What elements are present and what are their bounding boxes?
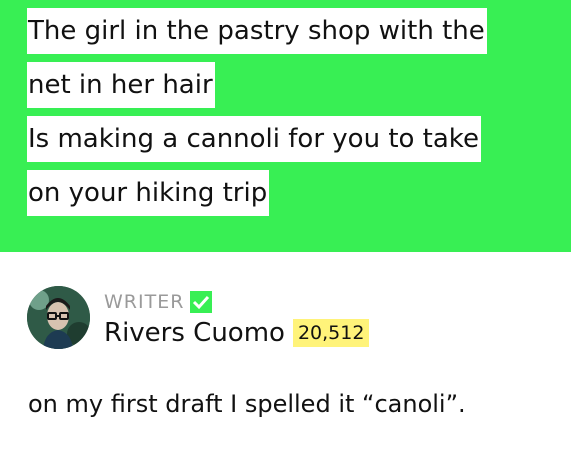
lyric-line: The girl in the pastry shop with the: [27, 8, 487, 54]
lyric-line: net in her hair: [27, 62, 215, 108]
avatar-image: [27, 286, 90, 349]
annotation-panel: [0, 252, 571, 470]
role-row: WRITER: [104, 290, 213, 314]
iq-badge: 20,512: [292, 319, 370, 347]
lyric-line: Is making a cannoli for you to take: [27, 116, 481, 162]
lyrics-highlight[interactable]: The girl in the pastry shop with the net…: [0, 0, 571, 252]
role-label: WRITER: [104, 291, 185, 313]
avatar[interactable]: [27, 286, 90, 349]
check-icon: [190, 291, 213, 313]
lyric-line: on your hiking trip: [27, 170, 270, 216]
page: The girl in the pastry shop with the net…: [0, 0, 571, 470]
author-name[interactable]: Rivers Cuomo: [104, 318, 285, 348]
annotation-text: on my first draft I spelled it “canoli”.: [28, 390, 466, 418]
author-row: Rivers Cuomo 20,512: [104, 316, 370, 350]
